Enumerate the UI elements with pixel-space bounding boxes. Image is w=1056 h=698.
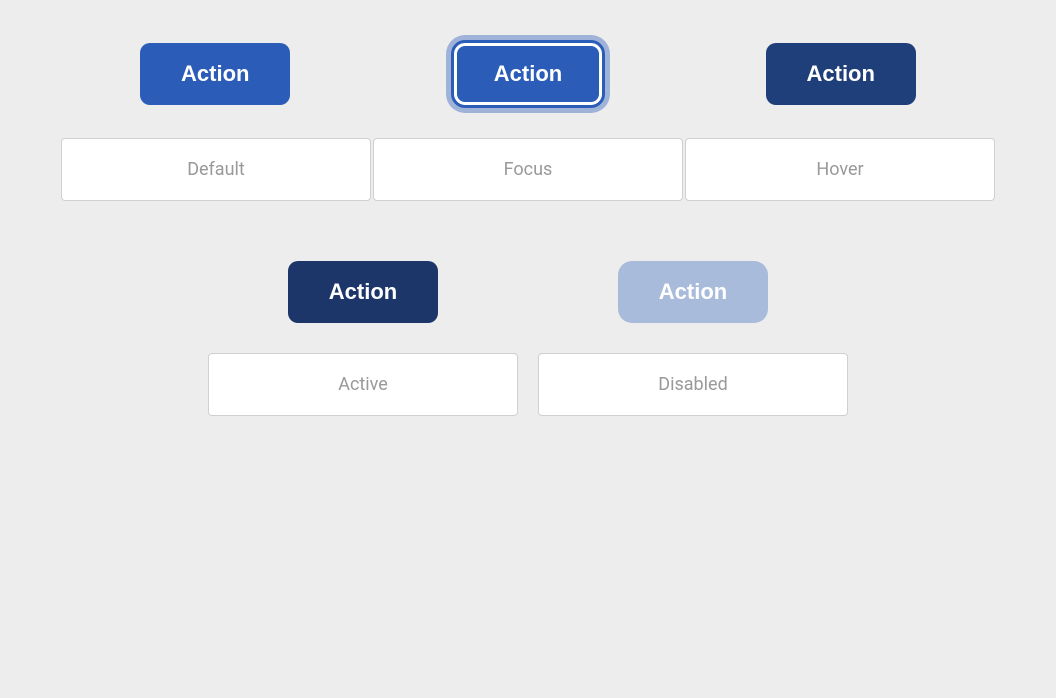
hover-button[interactable]: Action bbox=[766, 43, 916, 105]
button-row-1: Action Action Action bbox=[0, 0, 1056, 108]
disabled-button: Action bbox=[618, 261, 768, 323]
button-row-2: Action Action bbox=[0, 201, 1056, 323]
active-label: Active bbox=[208, 353, 518, 416]
main-container: Action Action Action Default Focus Hover… bbox=[0, 0, 1056, 698]
focus-label: Focus bbox=[373, 138, 683, 201]
hover-label: Hover bbox=[685, 138, 995, 201]
default-label: Default bbox=[61, 138, 371, 201]
focus-button[interactable]: Action bbox=[451, 40, 605, 108]
default-button[interactable]: Action bbox=[140, 43, 290, 105]
label-row-2: Active Disabled bbox=[0, 323, 1056, 416]
active-button[interactable]: Action bbox=[288, 261, 438, 323]
disabled-label: Disabled bbox=[538, 353, 848, 416]
label-row-1: Default Focus Hover bbox=[0, 108, 1056, 201]
